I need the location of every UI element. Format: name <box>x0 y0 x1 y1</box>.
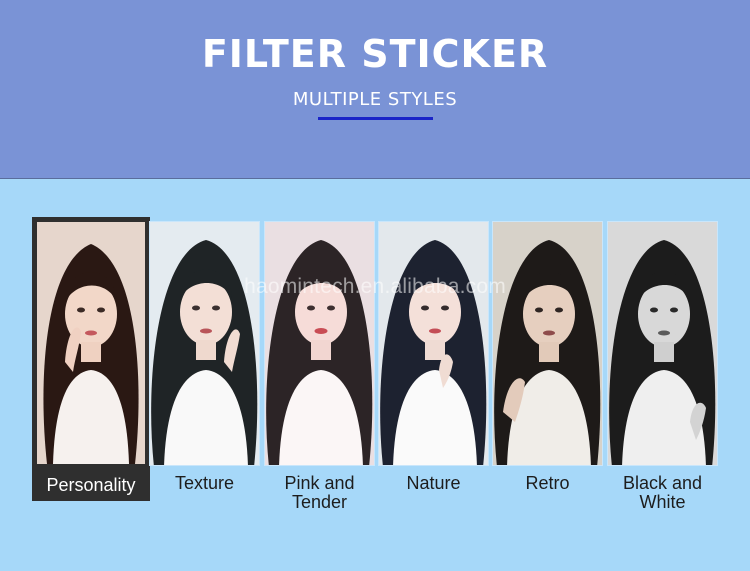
filter-label: Texture <box>174 473 235 493</box>
filter-label: Black and White <box>622 473 703 512</box>
filter-photo <box>607 221 718 466</box>
filter-label: Retro <box>525 473 570 493</box>
filter-label: Personality <box>46 475 136 495</box>
page-title: FILTER STICKER <box>201 32 549 76</box>
header-banner: FILTER STICKER MULTIPLE STYLES <box>0 0 750 179</box>
subtitle-underline <box>318 117 433 120</box>
filter-photo <box>264 221 375 466</box>
filter-photo <box>37 222 145 464</box>
filter-photo <box>149 221 260 466</box>
filter-label: Pink and Tender <box>284 473 355 512</box>
page-subtitle: MULTIPLE STYLES <box>292 89 458 110</box>
filter-photo <box>492 221 603 466</box>
filter-photo <box>378 221 489 466</box>
filter-label: Nature <box>406 473 461 493</box>
